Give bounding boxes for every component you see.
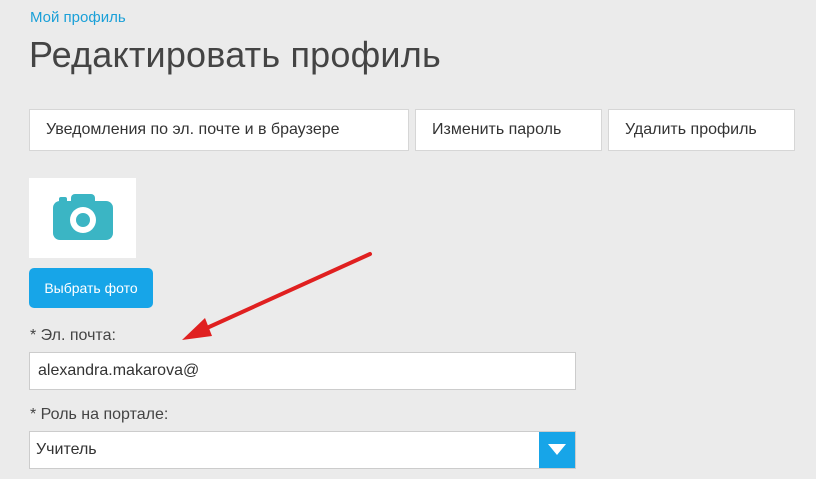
dropdown-toggle[interactable]	[539, 432, 575, 468]
role-select[interactable]: Учитель	[29, 431, 576, 469]
camera-icon	[53, 194, 113, 240]
email-label: * Эл. почта:	[30, 327, 116, 344]
tab-change-password[interactable]: Изменить пароль	[415, 109, 602, 151]
avatar-placeholder	[29, 178, 136, 258]
chevron-down-icon	[548, 444, 566, 455]
tab-email-notifications[interactable]: Уведомления по эл. почте и в браузере	[29, 109, 409, 151]
tab-delete-profile[interactable]: Удалить профиль	[608, 109, 795, 151]
profile-edit-page: Мой профиль Редактировать профиль Уведом…	[0, 0, 816, 479]
choose-photo-button[interactable]: Выбрать фото	[29, 268, 153, 308]
email-field[interactable]	[29, 352, 576, 390]
page-title: Редактировать профиль	[29, 34, 441, 75]
role-label: * Роль на портале:	[30, 406, 169, 423]
role-selected-value: Учитель	[36, 441, 97, 458]
breadcrumb-my-profile[interactable]: Мой профиль	[30, 9, 126, 26]
